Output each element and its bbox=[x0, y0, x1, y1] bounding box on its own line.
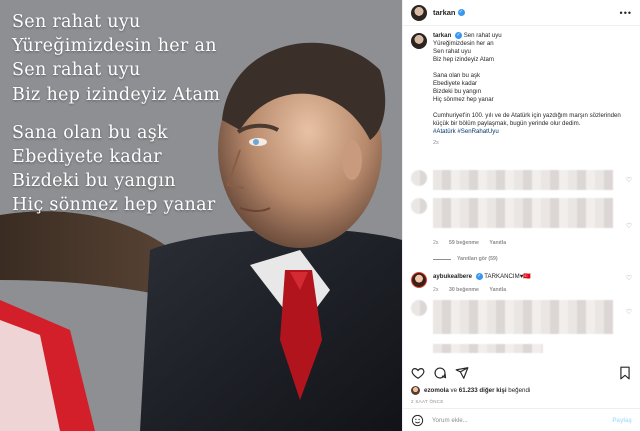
caption-username[interactable]: tarkan bbox=[433, 32, 451, 39]
poem-line: Ebediyete kadar bbox=[12, 147, 162, 168]
caption-age: 2s bbox=[433, 140, 439, 147]
likes-count[interactable]: 61.233 diğer kişi bbox=[459, 387, 507, 394]
avatar[interactable] bbox=[411, 272, 427, 288]
action-bar bbox=[411, 365, 632, 381]
comment-item: ♡ bbox=[411, 198, 632, 238]
poem-line: Bizdeki bu yangın bbox=[12, 171, 176, 192]
poem-line: Sen rahat uyu bbox=[12, 60, 141, 81]
avatar[interactable] bbox=[411, 300, 427, 316]
post-details-panel: tarkan ✓ ••• tarkan ✓ Sen rahat uyu Yüre… bbox=[402, 0, 640, 431]
avatar[interactable] bbox=[411, 33, 427, 49]
view-replies-label[interactable]: Yanıtları gör (59) bbox=[457, 256, 498, 262]
avatar[interactable] bbox=[411, 170, 427, 186]
verified-badge-icon: ✓ bbox=[475, 272, 483, 280]
comment-item bbox=[411, 344, 632, 356]
caption: tarkan ✓ Sen rahat uyu Yüreğimizdesin he… bbox=[403, 26, 640, 147]
bookmark-icon[interactable] bbox=[618, 366, 632, 380]
heart-icon[interactable] bbox=[411, 366, 425, 380]
caption-paragraph: Cumhuriyet'in 100. yılı ve de Atatürk iç… bbox=[433, 112, 621, 128]
comment-age: 2s bbox=[433, 287, 439, 293]
likes-summary: ezomola ve 61.233 diğer kişi beğendi bbox=[411, 386, 530, 395]
avatar[interactable] bbox=[411, 4, 427, 21]
like-comment-icon[interactable]: ♡ bbox=[626, 222, 632, 230]
comment-username[interactable]: aybukealbere bbox=[433, 273, 472, 280]
more-options-icon[interactable]: ••• bbox=[620, 8, 632, 18]
caption-line: Hiç sönmez hep yanar bbox=[433, 96, 494, 104]
liker-username[interactable]: ezomola bbox=[424, 387, 449, 394]
blurred-comment-text bbox=[433, 170, 613, 190]
caption-line: Sen rahat uyu bbox=[433, 48, 471, 56]
comment-input[interactable]: Yorum ekle... bbox=[432, 417, 468, 424]
caption-line: Sen rahat uyu bbox=[463, 32, 502, 40]
comment-text: TARKANCIM♥🇹🇷 bbox=[484, 273, 531, 280]
emoji-icon[interactable] bbox=[411, 414, 424, 427]
poem-line: Hiç sönmez hep yanar bbox=[12, 195, 216, 216]
avatar[interactable] bbox=[411, 198, 427, 214]
poem-line: Yüreğimizdesin her an bbox=[12, 36, 217, 57]
replies-divider bbox=[433, 258, 451, 260]
verified-badge-icon: ✓ bbox=[457, 9, 465, 16]
view-replies[interactable]: Yanıtları gör (59) bbox=[433, 256, 507, 262]
caption-hashtags[interactable]: #Atatürk #SenRahatUyu bbox=[433, 128, 629, 136]
comment-likes[interactable]: 59 beğenme bbox=[449, 240, 479, 246]
verified-badge-icon: ✓ bbox=[455, 32, 462, 39]
reply-button[interactable]: Yanıtla bbox=[489, 240, 506, 246]
comment-meta: 2s 59 beğenme Yanıtla bbox=[433, 240, 515, 246]
caption-line: Sana olan bu aşk bbox=[433, 72, 481, 80]
avatar[interactable] bbox=[411, 386, 420, 395]
caption-line: Ebediyete kadar bbox=[433, 80, 478, 88]
caption-body: tarkan ✓ Sen rahat uyu Yüreğimizdesin he… bbox=[433, 32, 629, 147]
likes-suffix: beğendi bbox=[506, 387, 531, 394]
poem-line: Biz hep izindeyiz Atam bbox=[12, 84, 221, 105]
likes-connector: ve bbox=[448, 387, 459, 394]
comment-item: ♡ bbox=[411, 300, 632, 340]
comment-likes[interactable]: 30 beğenme bbox=[449, 287, 479, 293]
share-icon[interactable] bbox=[455, 366, 469, 380]
username-link[interactable]: tarkan bbox=[433, 8, 456, 17]
poem-line: Sen rahat uyu bbox=[12, 12, 141, 32]
caption-line: Biz hep izindeyiz Atam bbox=[433, 56, 494, 64]
caption-line: Yüreğimizdesin her an bbox=[433, 40, 494, 48]
blurred-comment-text bbox=[433, 344, 543, 353]
add-comment-bar: Yorum ekle... Paylaş bbox=[403, 408, 640, 431]
post-image[interactable]: Sen rahat uyu Yüreğimizdesin her an Sen … bbox=[0, 0, 402, 431]
like-comment-icon[interactable]: ♡ bbox=[626, 274, 632, 282]
reply-button[interactable]: Yanıtla bbox=[489, 287, 506, 293]
image-poem-overlay: Sen rahat uyu Yüreğimizdesin her an Sen … bbox=[12, 10, 402, 218]
comment-item: ♡ bbox=[411, 170, 632, 192]
blurred-comment-text bbox=[433, 198, 613, 228]
comment-meta: 2s 30 beğenme Yanıtla bbox=[433, 287, 515, 293]
poem-spacer bbox=[12, 107, 402, 121]
blurred-comment-text bbox=[433, 300, 613, 334]
caption-line: Bizdeki bu yangın bbox=[433, 88, 482, 96]
comment-age: 2s bbox=[433, 240, 439, 246]
comment-icon[interactable] bbox=[433, 366, 447, 380]
post-timestamp: 2 SAAT ÖNCE bbox=[411, 399, 444, 404]
poem-line: Sana olan bu aşk bbox=[12, 122, 168, 143]
post-header: tarkan ✓ ••• bbox=[403, 0, 640, 26]
post-comment-button[interactable]: Paylaş bbox=[612, 417, 632, 424]
like-comment-icon[interactable]: ♡ bbox=[626, 308, 632, 316]
like-comment-icon[interactable]: ♡ bbox=[626, 176, 632, 184]
